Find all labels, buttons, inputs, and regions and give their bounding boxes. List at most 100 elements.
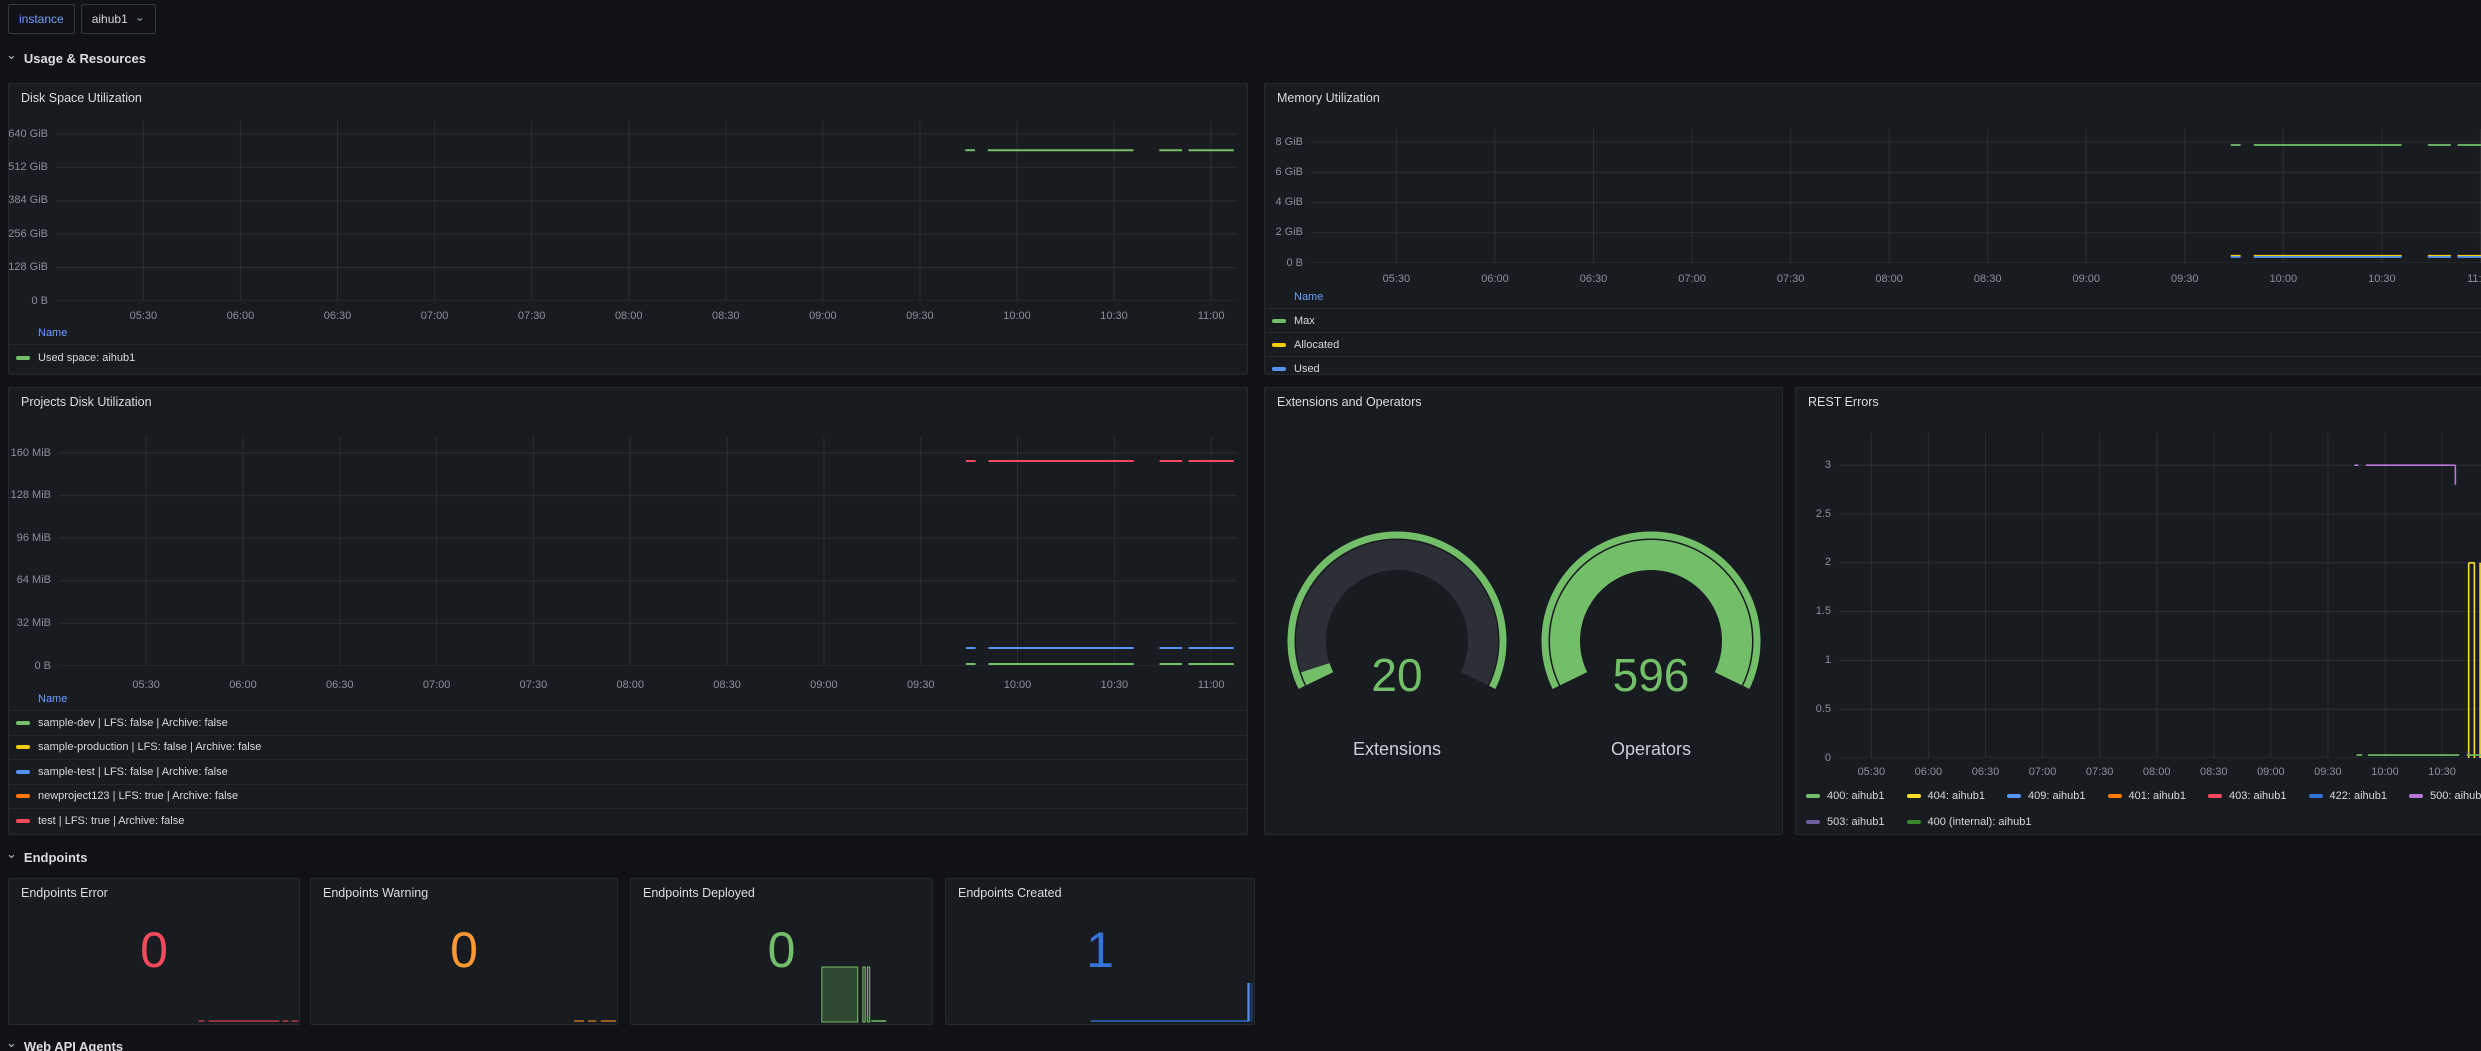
x-axis-tick-label: 06:00 — [1898, 766, 1958, 778]
panel-title[interactable]: Extensions and Operators — [1277, 395, 1422, 409]
legend-series-label: Used space: aihub1 — [38, 352, 135, 364]
timeseries-plot — [59, 436, 1237, 666]
x-axis-tick-label: 05:30 — [1366, 273, 1426, 285]
y-axis-tick-label: 4 GiB — [1264, 196, 1303, 208]
panel-title[interactable]: Endpoints Deployed — [643, 886, 755, 900]
legend-series-swatch — [16, 819, 30, 823]
legend-series-swatch — [1907, 794, 1921, 798]
panel-title[interactable]: Projects Disk Utilization — [21, 395, 152, 409]
legend-item[interactable]: 403: aihub1 — [2208, 790, 2287, 802]
x-axis-tick-label: 09:30 — [2155, 273, 2215, 285]
legend-series-label: 503: aihub1 — [1827, 816, 1885, 828]
y-axis-tick-label: 0 B — [1264, 257, 1303, 269]
legend-header-name[interactable]: Name — [9, 322, 1247, 344]
legend-series-swatch — [2208, 794, 2222, 798]
panel-memory-utilization: Memory Utilization 0 B2 GiB4 GiB6 GiB8 G… — [1264, 83, 2481, 375]
panel-title[interactable]: Disk Space Utilization — [21, 91, 142, 105]
panel-extensions-and-operators: Extensions and Operators 20 Extensions 5… — [1264, 387, 1783, 835]
y-axis-tick-label: 2 GiB — [1264, 226, 1303, 238]
x-axis-tick-label: 07:00 — [405, 310, 465, 322]
panel-title[interactable]: REST Errors — [1808, 395, 1879, 409]
y-axis-tick-label: 96 MiB — [8, 532, 51, 544]
y-axis-tick-label: 128 MiB — [8, 489, 51, 501]
legend-series-swatch — [1806, 820, 1820, 824]
x-axis-tick-label: 10:00 — [2355, 766, 2415, 778]
legend-item[interactable]: 409: aihub1 — [2007, 790, 2086, 802]
legend-series-swatch — [1272, 343, 1286, 347]
legend-item[interactable]: sample-production | LFS: false | Archive… — [9, 735, 1247, 760]
legend-item[interactable]: Used — [1265, 356, 2481, 375]
legend-series-label: sample-dev | LFS: false | Archive: false — [38, 717, 228, 729]
legend-header-name[interactable]: Name — [9, 688, 1247, 710]
legend-item[interactable]: test | LFS: true | Archive: false — [9, 808, 1247, 833]
x-axis-tick-label: 09:00 — [2056, 273, 2116, 285]
legend-item[interactable]: newproject123 | LFS: true | Archive: fal… — [9, 784, 1247, 809]
legend-series-swatch — [2007, 794, 2021, 798]
x-axis-tick-label: 10:00 — [2253, 273, 2313, 285]
x-axis-tick-label: 09:00 — [2241, 766, 2301, 778]
legend-series-label: 500: aihub1 — [2430, 790, 2481, 802]
legend-series-swatch — [16, 356, 30, 360]
stat-sparkline — [10, 1003, 298, 1023]
x-axis-tick-label: 06:00 — [210, 310, 270, 322]
legend-series-label: newproject123 | LFS: true | Archive: fal… — [38, 790, 238, 802]
section-header-endpoints[interactable]: ⌄ Endpoints — [6, 849, 87, 865]
variable-value-text: aihub1 — [92, 12, 128, 26]
chevron-down-icon: ⌄ — [6, 846, 17, 862]
legend-item[interactable]: 503: aihub1 — [1806, 816, 1885, 828]
x-axis-tick-label: 07:30 — [502, 310, 562, 322]
legend-series-label: 422: aihub1 — [2330, 790, 2388, 802]
section-header-web-api-agents[interactable]: ⌄ Web API Agents — [6, 1038, 123, 1051]
x-axis-tick-label: 09:30 — [890, 310, 950, 322]
x-axis-tick-label: 07:30 — [2070, 766, 2130, 778]
x-axis-tick-label: 06:30 — [307, 310, 367, 322]
legend-item[interactable]: Max — [1265, 308, 2481, 332]
legend-item[interactable]: Used space: aihub1 — [9, 344, 1247, 371]
x-axis-tick-label: 10:30 — [2352, 273, 2412, 285]
legend-series-swatch — [16, 721, 30, 725]
y-axis-tick-label: 0 — [1795, 752, 1831, 764]
legend-header-name[interactable]: Name — [1265, 286, 2481, 308]
panel-title[interactable]: Endpoints Created — [958, 886, 1062, 900]
legend-item[interactable]: 500: aihub1 — [2409, 790, 2481, 802]
x-axis-tick-label: 08:30 — [1958, 273, 2018, 285]
panel-title[interactable]: Endpoints Warning — [323, 886, 428, 900]
x-axis-tick-label: 11:00 — [1181, 310, 1241, 322]
legend: NameMaxAllocatedUsed — [1265, 286, 2481, 375]
legend-item[interactable]: Allocated — [1265, 332, 2481, 356]
legend-item[interactable]: 401: aihub1 — [2108, 790, 2187, 802]
panel-title[interactable]: Endpoints Error — [21, 886, 108, 900]
y-axis-tick-label: 1 — [1795, 654, 1831, 666]
legend: Name sample-dev | LFS: false | Archive: f… — [9, 688, 1247, 833]
y-axis-tick-label: 6 GiB — [1264, 166, 1303, 178]
panel-projects-disk-utilization: Projects Disk Utilization 0 B32 MiB64 Mi… — [8, 387, 1248, 835]
y-axis-tick-label: 640 GiB — [8, 128, 48, 140]
variable-label: instance — [8, 4, 75, 34]
timeseries-plot — [56, 121, 1237, 301]
y-axis-tick-label: 384 GiB — [8, 194, 48, 206]
gauge-arc: 596 — [1531, 521, 1771, 726]
legend-series-swatch — [1907, 820, 1921, 824]
legend-series-swatch — [16, 745, 30, 749]
x-axis-tick-label: 11:00 — [2450, 273, 2481, 285]
legend-item[interactable]: 422: aihub1 — [2309, 790, 2388, 802]
legend-item[interactable]: 400 (internal): aihub1 — [1907, 816, 2032, 828]
panel-title[interactable]: Memory Utilization — [1277, 91, 1380, 105]
x-axis-tick-label: 09:00 — [793, 310, 853, 322]
section-header-usage-resources[interactable]: ⌄ Usage & Resources — [6, 50, 146, 66]
gauge-arc: 20 — [1277, 521, 1517, 726]
legend-item[interactable]: 404: aihub1 — [1907, 790, 1986, 802]
timeseries-plot — [1311, 129, 2481, 263]
legend-item[interactable]: sample-dev | LFS: false | Archive: false — [9, 710, 1247, 735]
y-axis-tick-label: 0 B — [8, 295, 48, 307]
legend-item[interactable]: 400: aihub1 — [1806, 790, 1885, 802]
legend-item[interactable]: sample-test | LFS: false | Archive: fals… — [9, 759, 1247, 784]
x-axis-tick-label: 08:00 — [2127, 766, 2187, 778]
x-axis-tick-label: 09:30 — [2298, 766, 2358, 778]
section-title: Endpoints — [24, 850, 88, 865]
x-axis-tick-label: 10:30 — [1084, 310, 1144, 322]
variable-value-dropdown[interactable]: aihub1 ⌄ — [81, 4, 156, 34]
y-axis-tick-label: 1.5 — [1795, 605, 1831, 617]
chevron-down-icon: ⌄ — [6, 47, 17, 63]
gauge-label: Operators — [1531, 739, 1771, 760]
